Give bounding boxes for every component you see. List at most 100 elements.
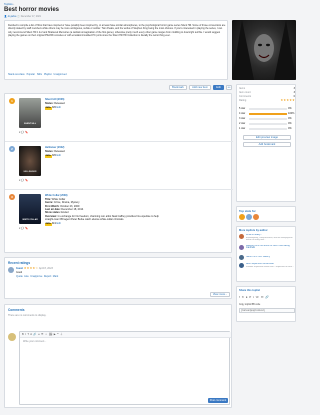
rating-action-report[interactable]: Report xyxy=(44,275,52,278)
item-actions: ♥ 💬 🔖 xyxy=(19,227,28,230)
stat-label: Rating xyxy=(239,99,247,102)
toplist-subtitle: Favorite Superhero Movie Ever - Superher… xyxy=(246,265,294,268)
item-edit-link[interactable]: Edit xyxy=(56,154,60,157)
media-icon[interactable]: ▶ xyxy=(54,333,56,336)
bold-icon[interactable]: B xyxy=(22,333,24,336)
tumblr-icon[interactable]: t xyxy=(253,295,254,299)
font-size-icon[interactable]: T xyxy=(27,333,29,336)
author-link[interactable]: Jo-jackie xyxy=(8,16,17,18)
toplist-subtitle: Existentialism, consciousness, and the m… xyxy=(246,236,293,242)
top-stat-avatar[interactable] xyxy=(239,214,245,220)
toplist-title[interactable]: Silent Hill 2 ISO Gallery xyxy=(246,256,295,259)
comment-icon[interactable]: 💬 xyxy=(21,131,24,134)
tag-item[interactable]: Stills xyxy=(37,73,42,76)
link-icon[interactable]: 🔗 xyxy=(33,333,36,336)
rating-action-mark[interactable]: Mark xyxy=(53,275,59,278)
breadcrumb-arrow-icon: › xyxy=(13,3,15,6)
post-comment-button[interactable]: Post comment xyxy=(208,398,228,403)
bookmark-button[interactable]: Bookmark xyxy=(169,85,187,90)
stat-label: Item count xyxy=(239,91,251,94)
tag-item[interactable]: Popular xyxy=(27,73,35,76)
twitter-icon[interactable]: ✕ xyxy=(242,295,245,299)
toplist-thumb[interactable] xyxy=(239,263,244,268)
list-item: 3 WHITE COLLAR White Collar (2009) Title… xyxy=(5,190,233,254)
item-edit-link[interactable]: Edit xyxy=(56,106,60,109)
status-value: Released xyxy=(54,150,65,153)
italic-icon[interactable]: I xyxy=(25,333,26,336)
meta-date: December 17, 2021 xyxy=(20,16,41,18)
tag-item[interactable]: Unapproved xyxy=(54,73,67,76)
facebook-icon[interactable]: f xyxy=(239,295,240,299)
image-icon[interactable]: 🖼 xyxy=(49,333,52,336)
add-bookmark-button[interactable]: Add bookmark xyxy=(243,142,291,147)
tag-item[interactable]: Stand-out-class xyxy=(8,73,25,76)
stat-label: Items xyxy=(239,87,246,90)
more-toplists-panel: More toplists by author What is reality?… xyxy=(236,226,296,282)
bbcode-label: Copy toplist BB code xyxy=(239,304,261,306)
align-icon[interactable]: ☰ xyxy=(41,333,43,336)
bookmark-icon[interactable]: 🔖 xyxy=(25,179,28,182)
toplist-thumb[interactable] xyxy=(239,234,244,239)
bookmark-icon[interactable]: 🔖 xyxy=(25,131,28,134)
whatsapp-icon[interactable]: ☏ xyxy=(255,295,259,299)
item-title[interactable]: White Collar (2009) xyxy=(45,194,68,197)
link-share-icon[interactable]: 🔗 xyxy=(265,295,269,299)
comment-icon[interactable]: 💬 xyxy=(21,227,24,230)
edit-preview-image-button[interactable]: Edit preview image xyxy=(243,135,291,140)
item-status: Status: Released xyxy=(45,102,65,105)
insert-icon[interactable]: ＋ xyxy=(60,333,63,336)
rating-avatar[interactable] xyxy=(8,267,14,273)
rating-user[interactable]: Guest xyxy=(16,267,23,270)
list-item: 1 SILENT HILL Silent Hill (2006) Status:… xyxy=(5,94,233,142)
item-imdb: IMDb 6.5 Edit xyxy=(45,154,61,159)
toplist-thumb[interactable] xyxy=(239,245,244,250)
rating-action-unapprove[interactable]: Unapprove xyxy=(30,275,42,278)
stat-value: 3 xyxy=(293,91,295,94)
email-icon[interactable]: ✉ xyxy=(261,295,264,299)
item-edit-link[interactable]: Edit xyxy=(56,222,60,225)
commenter-avatar xyxy=(8,333,16,341)
quote-icon[interactable]: ❝ xyxy=(57,333,58,336)
item-rank: 2 xyxy=(9,146,15,152)
bookmark-icon[interactable]: 🔖 xyxy=(25,227,28,230)
item-status: Status: Released xyxy=(45,150,65,153)
toplist-thumb[interactable] xyxy=(239,255,244,260)
list-icon[interactable]: ≡ xyxy=(38,333,40,336)
rating-bar-pct: 0% xyxy=(288,117,292,120)
rating-action-quote[interactable]: Quote xyxy=(16,275,23,278)
font-color-icon[interactable]: A xyxy=(30,333,32,336)
add-item-button[interactable]: Add new item xyxy=(189,85,211,90)
edit-button[interactable]: Edit xyxy=(213,85,224,90)
view-more-button[interactable]: View more... xyxy=(210,292,230,297)
item-poster[interactable]: SILENT HILL xyxy=(19,98,41,128)
rating-bar-label: 2 star xyxy=(239,122,246,125)
item-field: straight-man FBI agent Peter Burke catch… xyxy=(45,218,124,221)
cover-image xyxy=(232,20,296,80)
top-stat-avatar[interactable] xyxy=(246,214,252,220)
poster-caption: HELLRAISER xyxy=(23,171,37,173)
tag-item[interactable]: Playlist xyxy=(44,73,52,76)
item-poster[interactable]: HELLRAISER xyxy=(19,146,41,176)
item-poster[interactable]: WHITE COLLAR xyxy=(19,194,41,224)
top-stat-avatar[interactable] xyxy=(253,214,259,220)
tag-list: Stand-out-class Popular Stills Playlist … xyxy=(8,73,67,76)
imdb-badge: IMDb xyxy=(45,155,52,159)
pinterest-icon[interactable]: P xyxy=(249,295,251,299)
imdb-badge: IMDb xyxy=(45,107,52,111)
description-text: Decided to compile a list of films that … xyxy=(8,24,226,38)
emoji-icon[interactable]: ☺ xyxy=(45,333,48,336)
breadcrumb-home[interactable]: Toplists xyxy=(4,3,13,6)
no-comments-text: There are no comments to display. xyxy=(8,314,47,317)
toplist-title[interactable]: Ranking Kim the world on lists I love da… xyxy=(246,245,295,251)
comment-input[interactable]: Write your comment... xyxy=(23,340,46,343)
reddit-icon[interactable]: ● xyxy=(246,295,248,299)
stat-row: Items 3 xyxy=(239,87,295,90)
item-title[interactable]: Hellraiser (2022) xyxy=(45,146,64,149)
rating-action-like[interactable]: Like xyxy=(24,275,29,278)
field-value: straight-man FBI agent Peter Burke catch… xyxy=(45,217,125,221)
comment-icon[interactable]: 💬 xyxy=(21,179,24,182)
more-options-button[interactable]: ••• xyxy=(226,85,232,90)
bbcode-field[interactable]: [TOPLIST]61[/TOPLIST] xyxy=(239,308,295,313)
item-title[interactable]: Silent Hill (2006) xyxy=(45,98,64,101)
rating-date: April 8, 2023 xyxy=(38,267,53,270)
